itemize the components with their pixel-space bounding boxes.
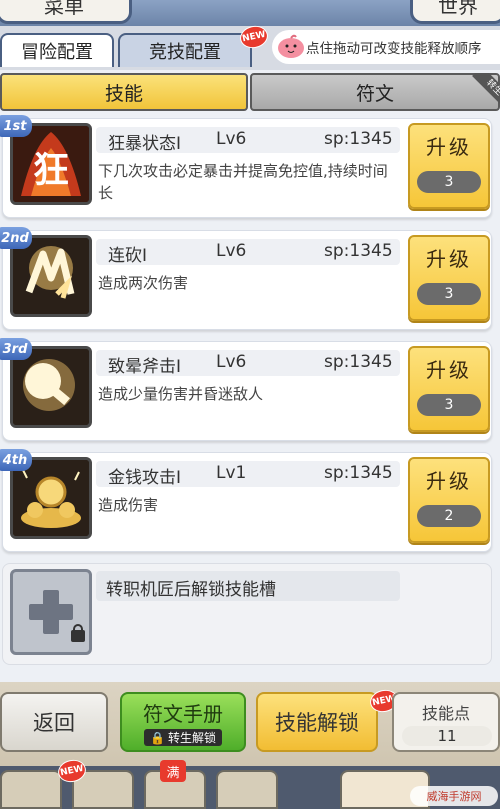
skill-points-label: 技能点 <box>421 704 470 723</box>
skill-description: 造成少量伤害并昏迷敌人 <box>98 385 264 403</box>
skill-description: 下几次攻击必定暴击并提高免控值,持续时间长 <box>98 162 388 202</box>
skill-level: Lv6 <box>216 241 247 261</box>
skill-sp: sp:1345 <box>324 352 393 372</box>
skill-sp: sp:1345 <box>324 241 393 261</box>
rebirth-unlock-tag: 🔒 转生解锁 <box>144 729 222 746</box>
skill-description: 造成两次伤害 <box>98 274 189 292</box>
menu-button[interactable]: 菜单 <box>0 0 132 24</box>
upgrade-label: 升级 <box>426 358 472 382</box>
upgrade-label: 升级 <box>426 469 472 493</box>
skill-sp: sp:1345 <box>324 463 393 483</box>
tab-arena-config[interactable]: 竞技配置 <box>118 33 252 67</box>
tab-label: 竞技配置 <box>149 42 221 63</box>
tab-label: 符文 <box>355 82 394 105</box>
skill-description: 造成伤害 <box>98 496 159 514</box>
rank-badge: 1st <box>0 115 32 137</box>
rebirth-corner-label: 转生 <box>468 73 500 105</box>
upgrade-label: 升级 <box>426 135 472 159</box>
upgrade-count: 3 <box>417 171 481 193</box>
tab-label: 技能 <box>104 82 143 105</box>
rebirth-unlock-text: 转生解锁 <box>167 731 216 745</box>
rank-badge: 4th <box>0 449 32 471</box>
drag-hint: 点住拖动可改变技能释放顺序 <box>272 30 500 64</box>
skill-sp: sp:1345 <box>324 129 393 149</box>
skill-level: Lv6 <box>216 352 247 372</box>
nav-item-1[interactable] <box>0 770 62 809</box>
back-button[interactable]: 返回 <box>0 692 108 752</box>
upgrade-count: 3 <box>417 394 481 416</box>
lock-icon: 🔒 <box>150 730 165 745</box>
skill-level: Lv1 <box>216 463 247 483</box>
menu-label: 菜单 <box>44 0 84 18</box>
locked-slot-text: 转职机匠后解锁技能槽 <box>106 580 276 600</box>
back-label: 返回 <box>33 711 75 735</box>
rank-badge: 3rd <box>0 338 32 360</box>
upgrade-button[interactable]: 升级 2 <box>408 457 490 543</box>
upgrade-button[interactable]: 升级 3 <box>408 123 490 209</box>
skill-name: 金钱攻击Ⅰ <box>108 468 182 488</box>
upgrade-label: 升级 <box>426 247 472 271</box>
skill-points-box: 技能点 11 <box>392 692 500 752</box>
world-label: 世界 <box>438 0 478 18</box>
skill-name: 连砍Ⅰ <box>108 246 148 266</box>
tab-runes[interactable]: 符文 <box>250 73 500 111</box>
skill-name: 狂暴状态Ⅰ <box>108 134 182 154</box>
skill-name: 致晕斧击Ⅰ <box>108 357 182 377</box>
skill-unlock-button[interactable]: 技能解锁 <box>256 692 378 752</box>
skill-points-value: 11 <box>402 726 492 746</box>
upgrade-count: 3 <box>417 283 481 305</box>
tab-label: 冒险配置 <box>21 42 93 63</box>
plus-lock-icon <box>10 569 92 655</box>
world-button[interactable]: 世界 <box>410 0 500 24</box>
watermark: 威海手游网 <box>410 786 498 806</box>
nav-item-4[interactable] <box>216 770 278 809</box>
tab-adventure-config[interactable]: 冒险配置 <box>0 33 114 67</box>
poring-mascot-icon <box>278 34 304 58</box>
upgrade-count: 2 <box>417 505 481 527</box>
upgrade-button[interactable]: 升级 3 <box>408 346 490 432</box>
berserk-glyph: 狂 <box>33 150 69 191</box>
upgrade-button[interactable]: 升级 3 <box>408 235 490 321</box>
tab-skills[interactable]: 技能 <box>0 73 248 111</box>
rune-handbook-button[interactable]: 符文手册 🔒 转生解锁 <box>120 692 246 752</box>
corner-label-text: 转生 <box>472 73 500 105</box>
rank-badge: 2nd <box>0 227 32 249</box>
skill-level: Lv6 <box>216 129 247 149</box>
skill-unlock-label: 技能解锁 <box>275 711 359 735</box>
rune-handbook-label: 符文手册 <box>143 702 223 726</box>
full-badge: 满 <box>160 760 186 782</box>
hint-text: 点住拖动可改变技能释放顺序 <box>306 41 482 57</box>
